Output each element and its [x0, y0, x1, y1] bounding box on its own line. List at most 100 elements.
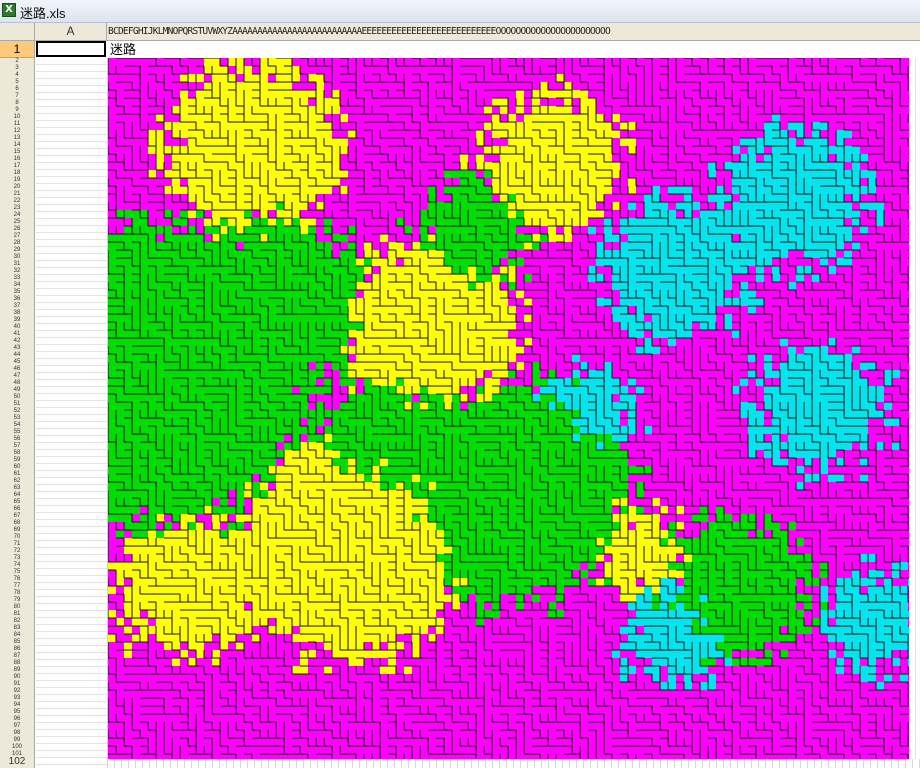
row-header-label[interactable]: 77 [0, 583, 34, 590]
row-header-label[interactable]: 39 [0, 317, 34, 324]
row-header-label[interactable]: 89 [0, 667, 34, 674]
row-header-label[interactable]: 80 [0, 604, 34, 611]
column-header-a[interactable]: A [35, 23, 107, 40]
row-header-label[interactable]: 100 [0, 744, 34, 751]
row-header-label[interactable]: 99 [0, 737, 34, 744]
row-header-label[interactable]: 44 [0, 352, 34, 359]
row-header-label[interactable]: 9 [0, 107, 34, 114]
row-header-label[interactable]: 54 [0, 422, 34, 429]
row-header-label[interactable]: 51 [0, 401, 34, 408]
select-all-corner[interactable] [0, 23, 35, 40]
row-header-label[interactable]: 22 [0, 198, 34, 205]
row-header-label[interactable]: 40 [0, 324, 34, 331]
row-header-label[interactable]: 73 [0, 555, 34, 562]
row-header-label[interactable]: 45 [0, 359, 34, 366]
row-header-label[interactable]: 36 [0, 296, 34, 303]
row-header-label[interactable]: 50 [0, 394, 34, 401]
row-header-label[interactable]: 96 [0, 716, 34, 723]
row-header-label[interactable]: 4 [0, 72, 34, 79]
row-header-label[interactable]: 57 [0, 443, 34, 450]
row-header-label[interactable]: 34 [0, 282, 34, 289]
row-header-label[interactable]: 97 [0, 723, 34, 730]
maze-grid[interactable] [107, 57, 920, 768]
row-header-label[interactable]: 91 [0, 681, 34, 688]
row-header-label[interactable]: 46 [0, 366, 34, 373]
row-header-label[interactable]: 56 [0, 436, 34, 443]
row-header-label[interactable]: 79 [0, 597, 34, 604]
row-header-label[interactable]: 69 [0, 527, 34, 534]
row-header-last[interactable]: 102 [0, 757, 34, 767]
row-header-label[interactable]: 2 [0, 58, 34, 65]
row-header-label[interactable]: 3 [0, 65, 34, 72]
row-header-label[interactable]: 24 [0, 212, 34, 219]
row-header-label[interactable]: 37 [0, 303, 34, 310]
row-header-label[interactable]: 78 [0, 590, 34, 597]
row-header-label[interactable]: 20 [0, 184, 34, 191]
cell-b1-title[interactable]: 迷路 [110, 42, 136, 58]
row-header-label[interactable]: 94 [0, 702, 34, 709]
row-header-label[interactable]: 82 [0, 618, 34, 625]
row-header-label[interactable]: 98 [0, 730, 34, 737]
row-header-label[interactable]: 23 [0, 205, 34, 212]
row-header-label[interactable]: 58 [0, 450, 34, 457]
row-header-label[interactable]: 27 [0, 233, 34, 240]
row-header-label[interactable]: 12 [0, 128, 34, 135]
row-header-label[interactable]: 52 [0, 408, 34, 415]
row-header-label[interactable]: 76 [0, 576, 34, 583]
row-header-label[interactable]: 70 [0, 534, 34, 541]
row-header-label[interactable]: 63 [0, 485, 34, 492]
row-header-label[interactable]: 59 [0, 457, 34, 464]
row-header-label[interactable]: 7 [0, 93, 34, 100]
row-header-label[interactable]: 49 [0, 387, 34, 394]
row-header-label[interactable]: 6 [0, 86, 34, 93]
row-header-label[interactable]: 85 [0, 639, 34, 646]
row-header-label[interactable]: 93 [0, 695, 34, 702]
row-header-label[interactable]: 42 [0, 338, 34, 345]
column-headers-compressed[interactable]: BCDEFGHIJKLMNOPQRSTUVWXYZAAAAAAAAAAAAAAA… [108, 23, 920, 40]
row-header-label[interactable]: 28 [0, 240, 34, 247]
row-header-label[interactable]: 84 [0, 632, 34, 639]
row-header-label[interactable]: 35 [0, 289, 34, 296]
row-header-label[interactable]: 61 [0, 471, 34, 478]
row-header-label[interactable]: 18 [0, 170, 34, 177]
row-header-label[interactable]: 21 [0, 191, 34, 198]
row-header-label[interactable]: 90 [0, 674, 34, 681]
row-header-label[interactable]: 71 [0, 541, 34, 548]
row-header-label[interactable]: 48 [0, 380, 34, 387]
column-a-cells[interactable] [36, 58, 108, 768]
row-header-label[interactable]: 15 [0, 149, 34, 156]
row-header-label[interactable]: 10 [0, 114, 34, 121]
row-header-label[interactable]: 72 [0, 548, 34, 555]
row-header-label[interactable]: 29 [0, 247, 34, 254]
row-header-label[interactable]: 26 [0, 226, 34, 233]
row-header-label[interactable]: 67 [0, 513, 34, 520]
row-header-label[interactable]: 68 [0, 520, 34, 527]
active-cell-a1[interactable] [36, 41, 106, 57]
row-header-label[interactable]: 11 [0, 121, 34, 128]
row-header-label[interactable]: 32 [0, 268, 34, 275]
row-header-label[interactable]: 8 [0, 100, 34, 107]
row-header-label[interactable]: 38 [0, 310, 34, 317]
row-header-label[interactable]: 13 [0, 135, 34, 142]
row-header-label[interactable]: 30 [0, 254, 34, 261]
row-header-1[interactable]: 1 [0, 41, 34, 58]
row-header-label[interactable]: 83 [0, 625, 34, 632]
row-header-label[interactable]: 87 [0, 653, 34, 660]
row-header-label[interactable]: 5 [0, 79, 34, 86]
row-header-label[interactable]: 41 [0, 331, 34, 338]
row-header-label[interactable]: 92 [0, 688, 34, 695]
row-header-label[interactable]: 75 [0, 569, 34, 576]
row-header-label[interactable]: 62 [0, 478, 34, 485]
row-header-label[interactable]: 53 [0, 415, 34, 422]
row-header-label[interactable]: 19 [0, 177, 34, 184]
row-header-label[interactable]: 88 [0, 660, 34, 667]
row-header-label[interactable]: 65 [0, 499, 34, 506]
row-header-label[interactable]: 86 [0, 646, 34, 653]
row-header-label[interactable]: 25 [0, 219, 34, 226]
row-header-label[interactable]: 64 [0, 492, 34, 499]
row-header-label[interactable]: 66 [0, 506, 34, 513]
row-header-label[interactable]: 95 [0, 709, 34, 716]
row-header-label[interactable]: 81 [0, 611, 34, 618]
row-header-label[interactable]: 33 [0, 275, 34, 282]
row-header-label[interactable]: 47 [0, 373, 34, 380]
